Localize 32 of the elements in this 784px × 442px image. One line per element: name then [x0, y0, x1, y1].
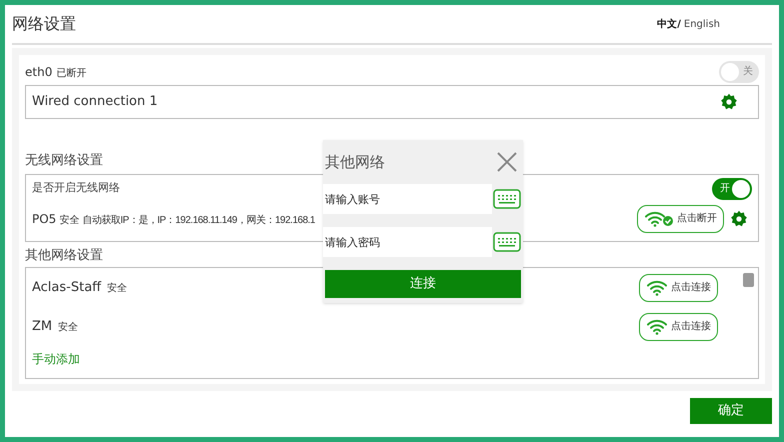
- section-heading: 无线网络设置: [25, 152, 103, 170]
- add-network-link[interactable]: 手动添加: [32, 350, 80, 368]
- dialog-title: 其他网络: [325, 152, 385, 173]
- language-option[interactable]: English: [684, 16, 720, 32]
- close-icon[interactable]: [497, 152, 517, 172]
- input-field[interactable]: 请输入密码: [323, 227, 492, 257]
- security-label: 安全: [107, 282, 128, 296]
- security-label: 安全: [58, 320, 78, 335]
- input-field[interactable]: 请输入账号: [323, 184, 492, 214]
- network-details: 自动获取IP：是，IP：192.168.11.149，网关：192.168.1: [82, 214, 315, 228]
- interface-name: eth0: [25, 64, 52, 81]
- keyboard-icon[interactable]: [493, 189, 521, 209]
- settings-icon[interactable]: [730, 210, 748, 228]
- keyboard-icon[interactable]: [493, 232, 521, 252]
- scrollbar-thumb[interactable]: [743, 273, 754, 287]
- section-heading: 其他网络设置: [25, 246, 103, 264]
- confirm-button[interactable]: 确定: [690, 398, 772, 424]
- language-option[interactable]: 中文/: [657, 16, 681, 32]
- wifi-action-button[interactable]: 点击连接: [639, 274, 718, 302]
- interface-status: 已断开: [56, 66, 86, 81]
- network-name: PO5: [32, 210, 56, 228]
- network-name: ZM: [32, 318, 52, 336]
- wifi-action-button[interactable]: 点击断开: [637, 204, 724, 232]
- settings-icon[interactable]: [720, 93, 738, 111]
- option-label: 是否开启无线网络: [32, 180, 120, 196]
- connect-button[interactable]: 连接: [325, 270, 521, 298]
- network-name: Aclas-Staff: [32, 278, 102, 297]
- window-title: 网络设置: [12, 13, 76, 35]
- security-label: 安全: [59, 214, 80, 228]
- toggle-switch[interactable]: 开: [712, 178, 752, 200]
- connection-name: Wired connection 1: [32, 93, 158, 112]
- wifi-action-button[interactable]: 点击连接: [639, 312, 718, 340]
